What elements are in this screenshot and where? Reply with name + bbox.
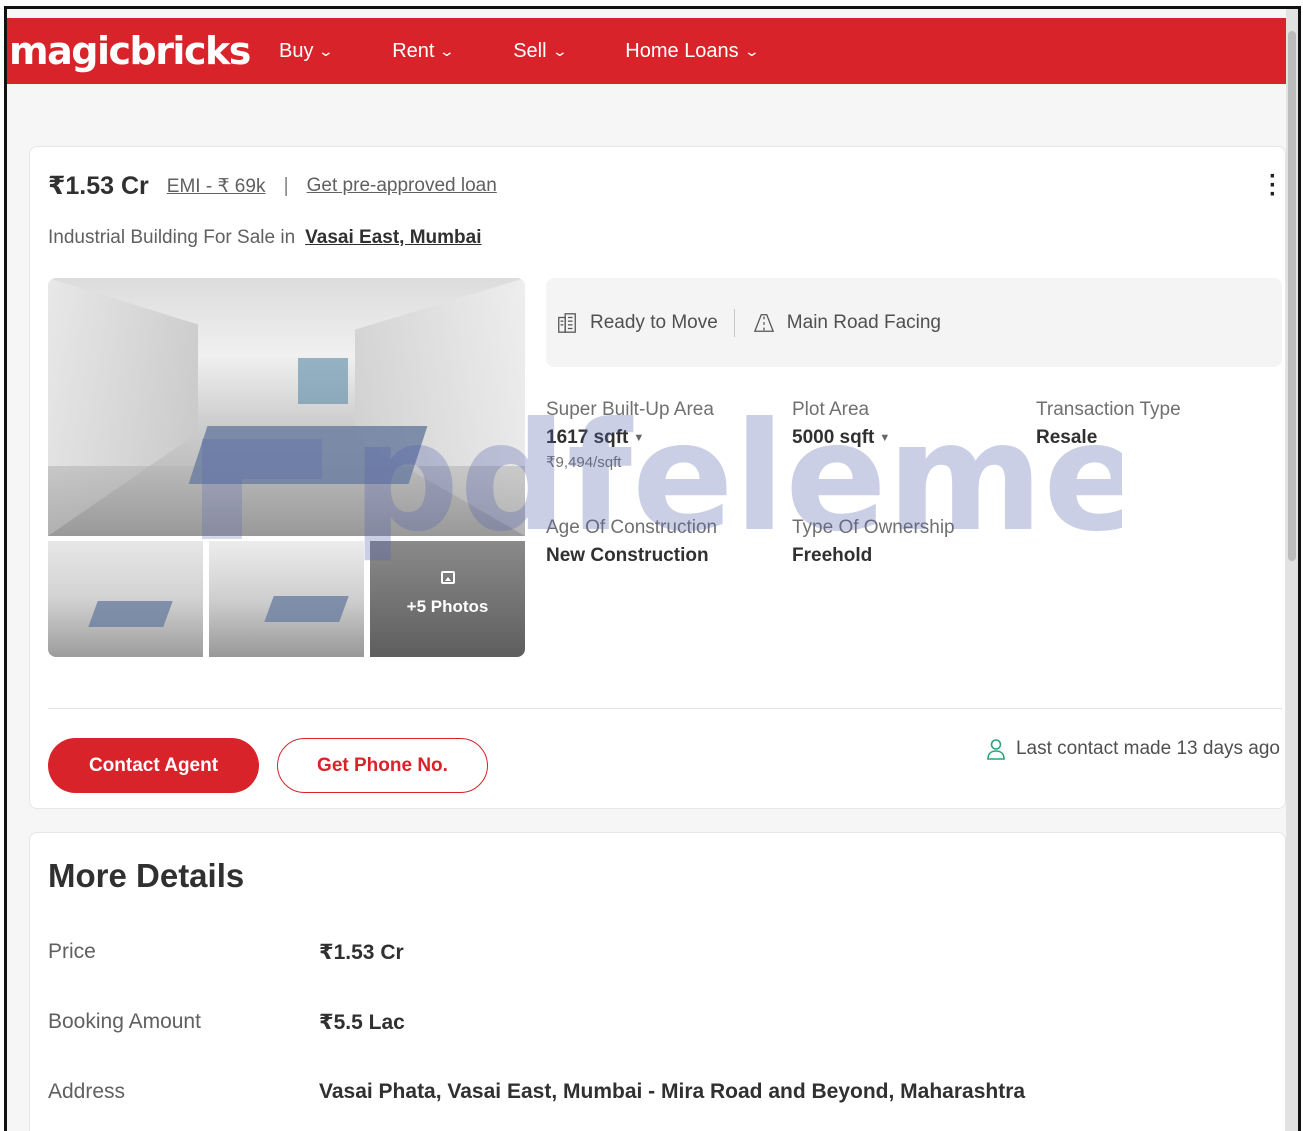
emi-link[interactable]: EMI - ₹ 69k (167, 175, 266, 198)
listing-title: Industrial Building For Sale in Vasai Eas… (48, 227, 482, 249)
super-area-value: 1617 sqft (546, 427, 629, 448)
more-photos-overlay: +5 Photos (370, 571, 525, 617)
more-photos-thumbnail[interactable]: +5 Photos (370, 541, 525, 657)
property-thumbnail[interactable] (209, 541, 364, 657)
summary-ownership: Type Of Ownership Freehold (792, 517, 955, 567)
plot-area-value-row[interactable]: 5000 sqft ▼ (792, 427, 890, 449)
highlight-main-road-facing: Main Road Facing (753, 312, 941, 334)
price-separator: | (283, 174, 289, 197)
super-area-rate: ₹9,494/sqft (546, 454, 622, 471)
price-row: ₹1.53 Cr EMI - ₹ 69k | Get pre-approved … (48, 171, 497, 201)
age-of-construction-value: New Construction (546, 545, 709, 566)
location-link[interactable]: Vasai East, Mumbai (305, 227, 481, 248)
chevron-down-icon: ⌄ (551, 42, 568, 59)
magicbricks-logo[interactable]: magicbricks (9, 29, 279, 73)
pre-approved-loan-link[interactable]: Get pre-approved loan (307, 175, 497, 197)
detail-row-price: Price ₹1.53 Cr (48, 940, 404, 965)
summary-age-of-construction: Age Of Construction New Construction (546, 517, 717, 567)
nav-rent-label: Rent (392, 39, 435, 62)
super-area-label: Super Built-Up Area (546, 399, 714, 420)
listing-price: ₹1.53 Cr (48, 172, 149, 200)
last-contact-text: Last contact made 13 days ago (1015, 738, 1280, 759)
contact-agent-button[interactable]: Contact Agent (48, 738, 259, 793)
transaction-type-value: Resale (1036, 427, 1098, 448)
highlight-main-road-facing-label: Main Road Facing (786, 311, 941, 333)
more-options-icon[interactable]: · · · (1267, 165, 1279, 207)
detail-row-booking-amount: Booking Amount ₹5.5 Lac (48, 1010, 405, 1035)
chevron-down-icon: ⌄ (743, 42, 760, 59)
nav-sell[interactable]: Sell ⌄ (513, 39, 568, 63)
summary-super-area: Super Built-Up Area 1617 sqft ▼ ₹9,494/sq… (546, 399, 714, 471)
detail-value: ₹5.5 Lac (319, 1011, 405, 1034)
listing-title-prefix: Industrial Building For Sale in (48, 227, 296, 248)
more-photos-label: +5 Photos (406, 597, 489, 616)
ownership-label: Type Of Ownership (792, 517, 955, 538)
caret-down-icon: ▼ (633, 431, 645, 444)
detail-label: Booking Amount (48, 1010, 201, 1033)
detail-value: ₹1.53 Cr (319, 941, 404, 964)
summary-plot-area: Plot Area 5000 sqft ▼ (792, 399, 890, 449)
property-thumbnail[interactable] (48, 541, 203, 657)
chevron-down-icon: ⌄ (439, 42, 456, 59)
scrollbar-thumb[interactable] (1288, 31, 1296, 561)
card-divider (48, 708, 1282, 709)
plot-area-label: Plot Area (792, 399, 870, 420)
nav-home-loans-label: Home Loans (625, 39, 739, 62)
property-listing-card: ₹1.53 Cr EMI - ₹ 69k | Get pre-approved … (29, 146, 1286, 809)
main-property-photo[interactable] (48, 278, 525, 536)
building-icon (556, 312, 578, 334)
top-navigation-bar: magicbricks Buy ⌄ Rent ⌄ Sell ⌄ Home Loans ⌄ (7, 18, 1286, 84)
more-details-card: More Details Price ₹1.53 Cr Booking Amou… (29, 832, 1286, 1131)
nav-sell-label: Sell (513, 39, 547, 62)
super-area-value-row[interactable]: 1617 sqft ▼ (546, 427, 714, 449)
plot-area-value: 5000 sqft (792, 427, 875, 448)
vertical-scrollbar[interactable] (1286, 9, 1298, 1131)
transaction-type-label: Transaction Type (1036, 399, 1181, 420)
last-contact-info: Last contact made 13 days ago (986, 738, 1280, 760)
detail-value: Vasai Phata, Vasai East, Mumbai - Mira R… (319, 1080, 1026, 1103)
nav-rent[interactable]: Rent ⌄ (392, 39, 456, 63)
summary-transaction-type: Transaction Type Resale (1036, 399, 1181, 449)
detail-row-address: Address Vasai Phata, Vasai East, Mumbai … (48, 1080, 1025, 1104)
chevron-down-icon: ⌄ (318, 42, 335, 59)
nav-buy[interactable]: Buy ⌄ (279, 39, 335, 63)
detail-label: Address (48, 1080, 126, 1103)
ownership-value: Freehold (792, 545, 873, 566)
road-icon (753, 312, 775, 334)
nav-home-loans[interactable]: Home Loans ⌄ (625, 39, 760, 63)
highlight-ready-to-move: Ready to Move (556, 312, 718, 334)
property-highlights: Ready to Move Main Road Facing (546, 278, 1282, 367)
caret-down-icon: ▼ (879, 431, 891, 444)
more-details-title: More Details (48, 857, 245, 894)
gallery-icon (440, 571, 455, 584)
browser-viewport: magicbricks Buy ⌄ Rent ⌄ Sell ⌄ Home Loans ⌄… (4, 6, 1301, 1131)
highlight-divider (733, 308, 735, 337)
get-phone-button[interactable]: Get Phone No. (277, 738, 488, 793)
nav-buy-label: Buy (279, 39, 314, 62)
highlight-ready-to-move-label: Ready to Move (590, 311, 718, 333)
detail-label: Price (48, 940, 96, 963)
age-of-construction-label: Age Of Construction (546, 517, 718, 538)
person-icon (987, 739, 1005, 760)
